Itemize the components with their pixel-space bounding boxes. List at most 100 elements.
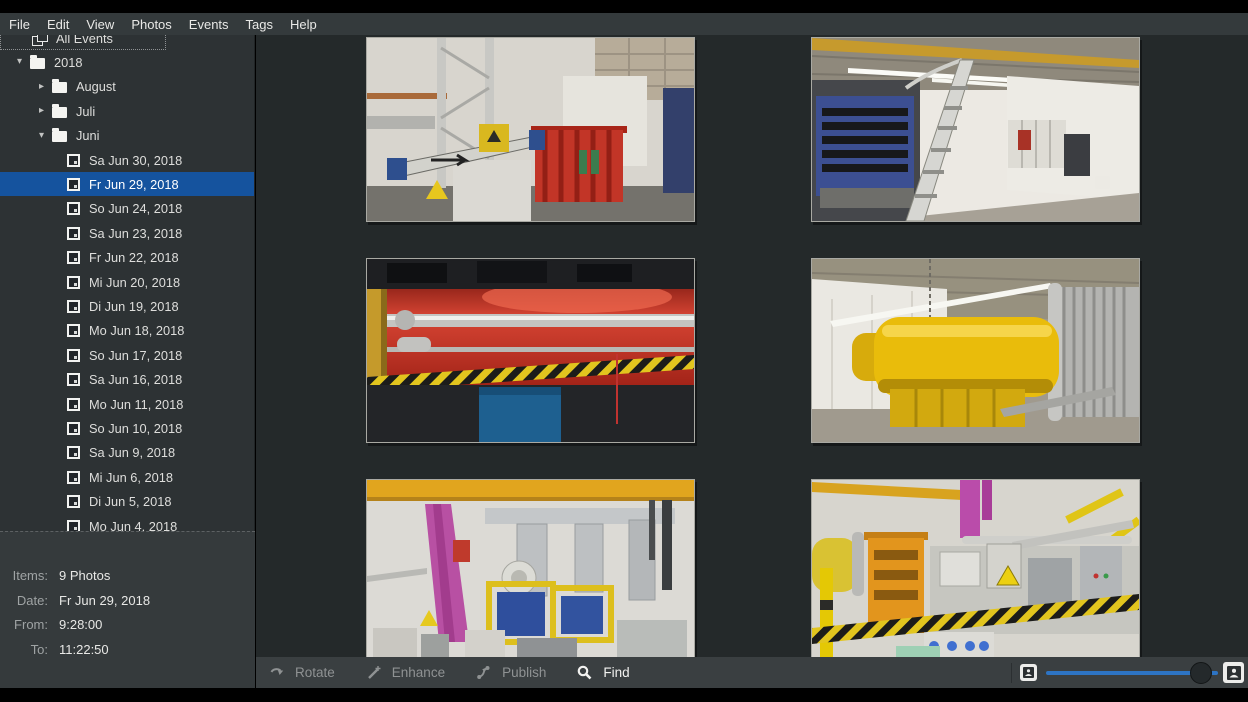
menu-edit[interactable]: Edit <box>47 15 69 34</box>
sidebar-tree[interactable]: All Events ▾2018 ▸ August ▸Juli ▾ Juni Sa Jun 3… <box>0 35 255 531</box>
small-photo-icon[interactable] <box>1020 664 1037 681</box>
expand-arrow-icon[interactable]: ▸ <box>39 82 52 92</box>
collapse-arrow-icon[interactable]: ▾ <box>39 131 52 141</box>
rotate-label: Rotate <box>295 665 335 680</box>
event-photo-icon <box>67 300 80 313</box>
enhance-button[interactable]: Enhance <box>366 665 445 680</box>
info-value: 9 Photos <box>59 568 110 583</box>
tree-item-mo-jun-4-2018[interactable]: Mo Jun 4, 2018 <box>0 514 254 531</box>
event-photo-icon <box>67 324 80 337</box>
event-photo-icon <box>67 251 80 264</box>
menu-events[interactable]: Events <box>189 15 229 34</box>
tree-item-sa-jun-16-2018[interactable]: Sa Jun 16, 2018 <box>0 368 254 392</box>
tree-item-mi-jun-6-2018[interactable]: Mi Jun 6, 2018 <box>0 465 254 489</box>
folder-icon <box>52 107 67 118</box>
thumbnail-zoom-slider[interactable] <box>1046 662 1218 684</box>
info-label: From: <box>0 617 48 632</box>
bottom-toolbar: Rotate Enhance Publish Find <box>256 657 1248 688</box>
tree-item-juni[interactable]: ▾ Juni <box>0 124 254 148</box>
tree-item-2018[interactable]: ▾2018 <box>0 50 254 74</box>
photo-grid <box>256 35 1248 688</box>
event-photo-icon <box>67 349 80 362</box>
tree-item-label: All Events <box>56 35 113 46</box>
tree-item-label: Sa Jun 30, 2018 <box>89 153 182 168</box>
rotate-button[interactable]: Rotate <box>269 665 335 680</box>
zoom-slider-handle[interactable] <box>1190 662 1212 684</box>
event-photo-icon <box>67 178 80 191</box>
tree-item-label: August <box>76 79 116 94</box>
info-row-date: Date: Fr Jun 29, 2018 <box>0 588 255 613</box>
tree-item-label: Mi Jun 20, 2018 <box>89 275 180 290</box>
menu-help[interactable]: Help <box>290 15 317 34</box>
toolbar-separator <box>1011 663 1012 683</box>
menu-tags[interactable]: Tags <box>246 15 273 34</box>
tree-item-label: Di Jun 5, 2018 <box>89 494 172 509</box>
zoom-control-group <box>1011 657 1248 688</box>
large-photo-icon[interactable] <box>1223 662 1244 683</box>
tree-item-so-jun-17-2018[interactable]: So Jun 17, 2018 <box>0 343 254 367</box>
enhance-label: Enhance <box>392 665 445 680</box>
event-photo-icon <box>67 495 80 508</box>
event-photo-icon <box>67 202 80 215</box>
menu-file[interactable]: File <box>9 15 30 34</box>
tree-item-so-jun-10-2018[interactable]: So Jun 10, 2018 <box>0 416 254 440</box>
tree-item-di-jun-5-2018[interactable]: Di Jun 5, 2018 <box>0 490 254 514</box>
tree-item-fr-jun-29-2018[interactable]: Fr Jun 29, 2018 <box>0 172 254 196</box>
photo-thumbnail-1[interactable] <box>366 37 695 222</box>
tree-item-label: Fr Jun 22, 2018 <box>89 250 179 265</box>
expand-arrow-icon[interactable]: ▸ <box>39 106 52 116</box>
info-value: Fr Jun 29, 2018 <box>59 593 150 608</box>
event-photo-icon <box>67 446 80 459</box>
photo-thumbnail-3[interactable] <box>366 258 695 443</box>
tree-item-fr-jun-22-2018[interactable]: Fr Jun 22, 2018 <box>0 246 254 270</box>
info-row-from: From: 9:28:00 <box>0 612 255 637</box>
tree-item-mo-jun-11-2018[interactable]: Mo Jun 11, 2018 <box>0 392 254 416</box>
tree-item-so-jun-24-2018[interactable]: So Jun 24, 2018 <box>0 197 254 221</box>
menu-bar: File Edit View Photos Events Tags Help <box>0 13 1248 35</box>
tree-item-label: So Jun 17, 2018 <box>89 348 182 363</box>
tree-item-juli[interactable]: ▸Juli <box>0 99 254 123</box>
photo-thumbnail-5[interactable] <box>366 479 695 664</box>
info-label: To: <box>0 642 48 657</box>
all-events-icon <box>32 35 47 45</box>
photo-thumbnail-6[interactable] <box>811 479 1140 664</box>
photo-thumbnail-2[interactable] <box>811 37 1140 222</box>
tree-item-mo-jun-18-2018[interactable]: Mo Jun 18, 2018 <box>0 319 254 343</box>
search-icon <box>577 665 592 680</box>
rotate-icon <box>269 665 284 680</box>
publish-button[interactable]: Publish <box>476 665 546 680</box>
tree-item-august[interactable]: ▸ August <box>0 75 254 99</box>
photo-thumbnail-4[interactable] <box>811 258 1140 443</box>
tree-item-mi-jun-20-2018[interactable]: Mi Jun 20, 2018 <box>0 270 254 294</box>
info-panel: Items: 9 Photos Date: Fr Jun 29, 2018 From: 9… <box>0 531 255 688</box>
event-photo-icon <box>67 373 80 386</box>
shotwell-window: File Edit View Photos Events Tags Help All Eve… <box>0 0 1248 702</box>
event-photo-icon <box>67 227 80 240</box>
tree-item-sa-jun-30-2018[interactable]: Sa Jun 30, 2018 <box>0 148 254 172</box>
tree-item-sa-jun-9-2018[interactable]: Sa Jun 9, 2018 <box>0 441 254 465</box>
tree-item-all-events[interactable]: All Events <box>0 35 166 50</box>
info-label: Items: <box>0 568 48 583</box>
event-photo-icon <box>67 471 80 484</box>
menu-photos[interactable]: Photos <box>131 15 171 34</box>
info-row-items: Items: 9 Photos <box>0 563 255 588</box>
tree-item-di-jun-19-2018[interactable]: Di Jun 19, 2018 <box>0 294 254 318</box>
event-photo-icon <box>67 398 80 411</box>
info-label: Date: <box>0 593 48 608</box>
tree-item-label: So Jun 10, 2018 <box>89 421 182 436</box>
collapse-arrow-icon[interactable]: ▾ <box>17 57 30 67</box>
event-photo-icon <box>67 422 80 435</box>
event-photo-icon <box>67 154 80 167</box>
tree-item-label: Juni <box>76 128 99 143</box>
tree-item-label: Sa Jun 16, 2018 <box>89 372 182 387</box>
find-label: Find <box>603 665 629 680</box>
event-photo-icon <box>67 520 80 532</box>
info-row-to: To:11:22:50 <box>0 637 255 662</box>
info-value: 9:28:00 <box>59 617 102 632</box>
tree-item-label: Di Jun 19, 2018 <box>89 299 179 314</box>
tree-item-label: Sa Jun 9, 2018 <box>89 445 175 460</box>
find-button[interactable]: Find <box>577 665 629 680</box>
menu-view[interactable]: View <box>86 15 114 34</box>
tree-item-label: Mo Jun 18, 2018 <box>89 323 184 338</box>
tree-item-sa-jun-23-2018[interactable]: Sa Jun 23, 2018 <box>0 221 254 245</box>
